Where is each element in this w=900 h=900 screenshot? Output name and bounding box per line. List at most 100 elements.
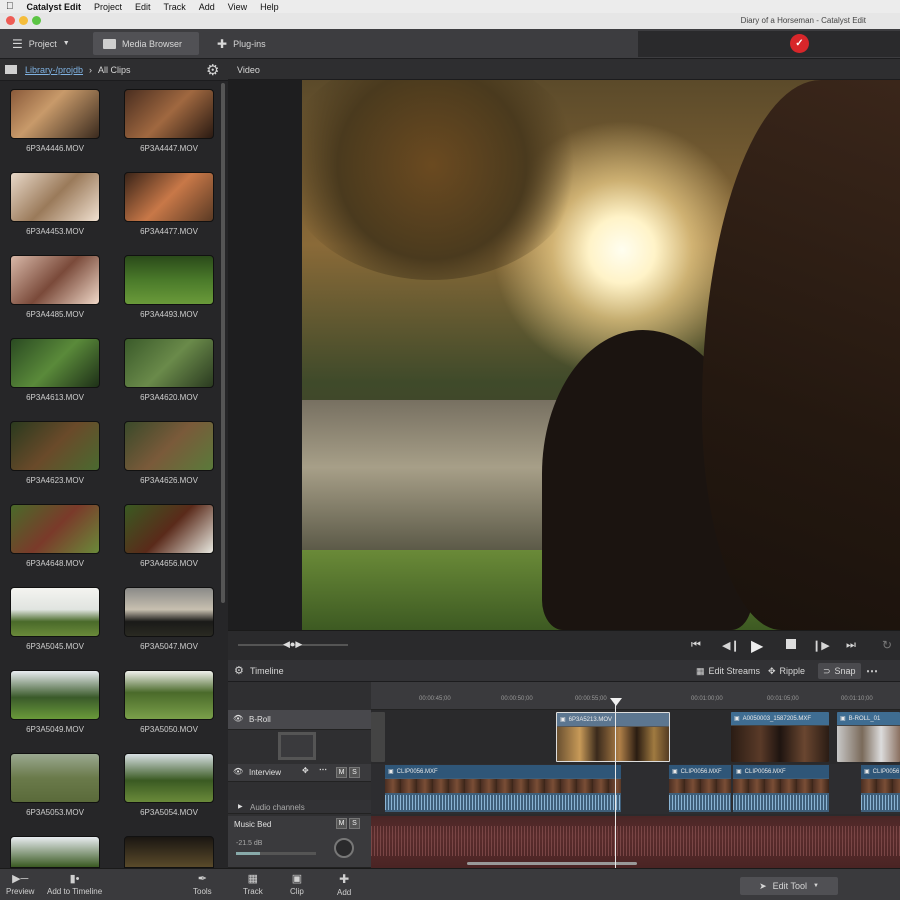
playhead-handle-icon[interactable] — [610, 698, 622, 706]
library-clip[interactable]: 6P3A4477.MOV — [124, 172, 214, 236]
music-mute-solo-group: MS — [334, 818, 360, 829]
menu-app-name[interactable]: Catalyst Edit — [27, 2, 82, 12]
move-icon[interactable]: ✥ — [302, 766, 309, 775]
library-clip[interactable]: 6P3A4453.MOV — [10, 172, 100, 236]
solo-button[interactable]: S — [349, 767, 360, 778]
step-forward-icon[interactable]: ❙▶ — [812, 639, 830, 652]
music-solo-button[interactable]: S — [349, 818, 360, 829]
music-bed-clip[interactable] — [371, 816, 900, 868]
play-icon[interactable]: ▶ — [751, 636, 763, 656]
video-viewer[interactable] — [228, 80, 900, 630]
menu-help[interactable]: Help — [260, 2, 279, 12]
library-clip[interactable]: 6P3A4485.MOV — [10, 255, 100, 319]
clip-button[interactable]: ▣ Clip — [290, 872, 304, 896]
catalyst-logo-icon[interactable]: ✓ — [790, 34, 809, 53]
library-clip[interactable] — [10, 836, 100, 868]
library-clip[interactable]: 6P3A4493.MOV — [124, 255, 214, 319]
broll-clip-3[interactable]: ▣ B-ROLL_01 — [837, 712, 900, 762]
broll-clip-2[interactable]: ▣ A0050003_1587205.MXF — [731, 712, 829, 762]
audio-channels-row[interactable]: ▶ Audio channels — [228, 800, 371, 814]
tools-button[interactable]: ✒ Tools — [193, 872, 212, 896]
library-clip[interactable]: 6P3A5045.MOV — [10, 587, 100, 651]
bottom-toolbar: ▶─ Preview ▮• Add to Timeline ✒ Tools ▦ … — [0, 868, 900, 900]
track-headers: 👁 B-Roll 👁 Interview ✥ ⋯ MS ▶ Audio chan… — [228, 682, 371, 868]
breadcrumb-path[interactable]: Library-/projdb — [25, 65, 83, 75]
music-mute-button[interactable]: M — [336, 818, 347, 829]
library-clip[interactable]: 6P3A4447.MOV — [124, 89, 214, 153]
add-button[interactable]: ✚ Add — [337, 872, 351, 897]
go-to-start-icon[interactable]: ⏮ — [691, 639, 701, 652]
track-button[interactable]: ▦ Track — [243, 872, 263, 896]
menu-add[interactable]: Add — [199, 2, 215, 12]
library-clip[interactable]: 6P3A5054.MOV — [124, 753, 214, 817]
ripple-button[interactable]: ✥ Ripple — [768, 666, 805, 677]
ripple-label: Ripple — [779, 666, 806, 676]
media-browser-button[interactable]: Media Browser — [93, 32, 199, 55]
mute-button[interactable]: M — [336, 767, 347, 778]
library-clip[interactable]: 6P3A4656.MOV — [124, 504, 214, 568]
edit-tool-dropdown[interactable]: ➤ Edit Tool ▼ — [740, 877, 838, 895]
broll-clip-start[interactable] — [371, 712, 385, 762]
edit-streams-button[interactable]: ▦ Edit Streams — [696, 666, 760, 677]
library-clip[interactable]: 6P3A4623.MOV — [10, 421, 100, 485]
library-clip[interactable]: 6P3A4626.MOV — [124, 421, 214, 485]
time-ruler[interactable]: 00:00:45;00 00:00:50;00 00:00:55;00 00:0… — [371, 682, 900, 710]
plugins-button[interactable]: ✚ Plug-ins — [207, 32, 287, 55]
snap-button[interactable]: ⊃ Snap — [818, 663, 861, 679]
track-more-icon[interactable]: ⋯ — [319, 765, 327, 774]
library-clip[interactable]: 6P3A4613.MOV — [10, 338, 100, 402]
menu-view[interactable]: View — [228, 2, 247, 12]
timeline-more-icon[interactable]: ⋯ — [866, 664, 878, 678]
menu-project[interactable]: Project — [94, 2, 122, 12]
menu-edit[interactable]: Edit — [135, 2, 151, 12]
timeline-header: ⚙ Timeline ▦ Edit Streams ✥ Ripple ⊃ Sna… — [228, 660, 900, 682]
interview-clip-4[interactable]: ▣ CLIP0056 — [861, 765, 900, 812]
go-to-end-icon[interactable]: ⏭ — [846, 639, 856, 652]
sidebar-scrollbar[interactable] — [221, 83, 225, 603]
interview-clip-2[interactable]: ▣ CLIP0056.MXF — [669, 765, 731, 812]
library-clip[interactable] — [124, 836, 214, 868]
library-clip[interactable]: 6P3A4620.MOV — [124, 338, 214, 402]
track-header-interview[interactable]: 👁 Interview ✥ ⋯ MS — [228, 764, 371, 782]
eye-icon[interactable]: 👁 — [233, 767, 243, 776]
library-clip[interactable]: 6P3A5050.MOV — [124, 670, 214, 734]
track-header-broll[interactable]: 👁 B-Roll — [228, 710, 371, 730]
volume-knob-icon[interactable] — [334, 838, 354, 858]
preview-button[interactable]: ▶─ Preview — [6, 872, 34, 896]
playhead-line[interactable] — [615, 700, 616, 868]
volume-slider[interactable] — [236, 852, 316, 855]
track-label: Track — [243, 887, 263, 896]
track-header-music[interactable]: Music Bed MS -21.5 dB — [228, 816, 371, 868]
minimize-window-button[interactable] — [19, 16, 28, 25]
loop-icon[interactable]: ↻ — [882, 638, 892, 652]
eye-icon[interactable]: 👁 — [233, 714, 243, 723]
audio-waveform — [385, 795, 621, 810]
hamburger-icon: ☰ — [12, 36, 23, 51]
broll-clip-1[interactable]: ▣ 6P3A5213.MOV — [556, 712, 670, 762]
library-clip[interactable]: 6P3A5049.MOV — [10, 670, 100, 734]
library-clip[interactable]: 6P3A5053.MOV — [10, 753, 100, 817]
interview-clip-1[interactable]: ▣ CLIP0056.MXF — [385, 765, 621, 812]
add-to-timeline-button[interactable]: ▮• Add to Timeline — [47, 872, 102, 896]
apple-icon[interactable]:  — [6, 1, 14, 12]
library-clip[interactable]: 6P3A4648.MOV — [10, 504, 100, 568]
close-window-button[interactable] — [6, 16, 15, 25]
library-clip[interactable]: 6P3A4446.MOV — [10, 89, 100, 153]
interview-clip-3[interactable]: ▣ CLIP0056.MXF — [733, 765, 829, 812]
jog-handle-icon[interactable]: ◀●▶ — [283, 639, 302, 650]
add-label: Add — [337, 888, 352, 897]
edit-tool-label: Edit Tool — [772, 881, 807, 891]
timeline-tracks-area[interactable]: 00:00:45;00 00:00:50;00 00:00:55;00 00:0… — [371, 682, 900, 868]
menu-track[interactable]: Track — [164, 2, 186, 12]
timeline-settings-icon[interactable]: ⚙ — [234, 664, 244, 677]
timeline-hscrollbar[interactable] — [467, 862, 637, 865]
library-clip[interactable]: 6P3A5047.MOV — [124, 587, 214, 651]
step-back-icon[interactable]: ◀❙ — [722, 639, 740, 652]
clip-badge-icon: ▣ — [840, 716, 846, 722]
plugins-label: Plug-ins — [233, 38, 266, 49]
gear-icon[interactable]: ⚙ — [206, 61, 219, 79]
stop-icon[interactable] — [786, 639, 796, 649]
clip-thumbnail — [10, 421, 100, 471]
project-menu-button[interactable]: ☰ Project ▼ — [2, 32, 88, 55]
zoom-window-button[interactable] — [32, 16, 41, 25]
